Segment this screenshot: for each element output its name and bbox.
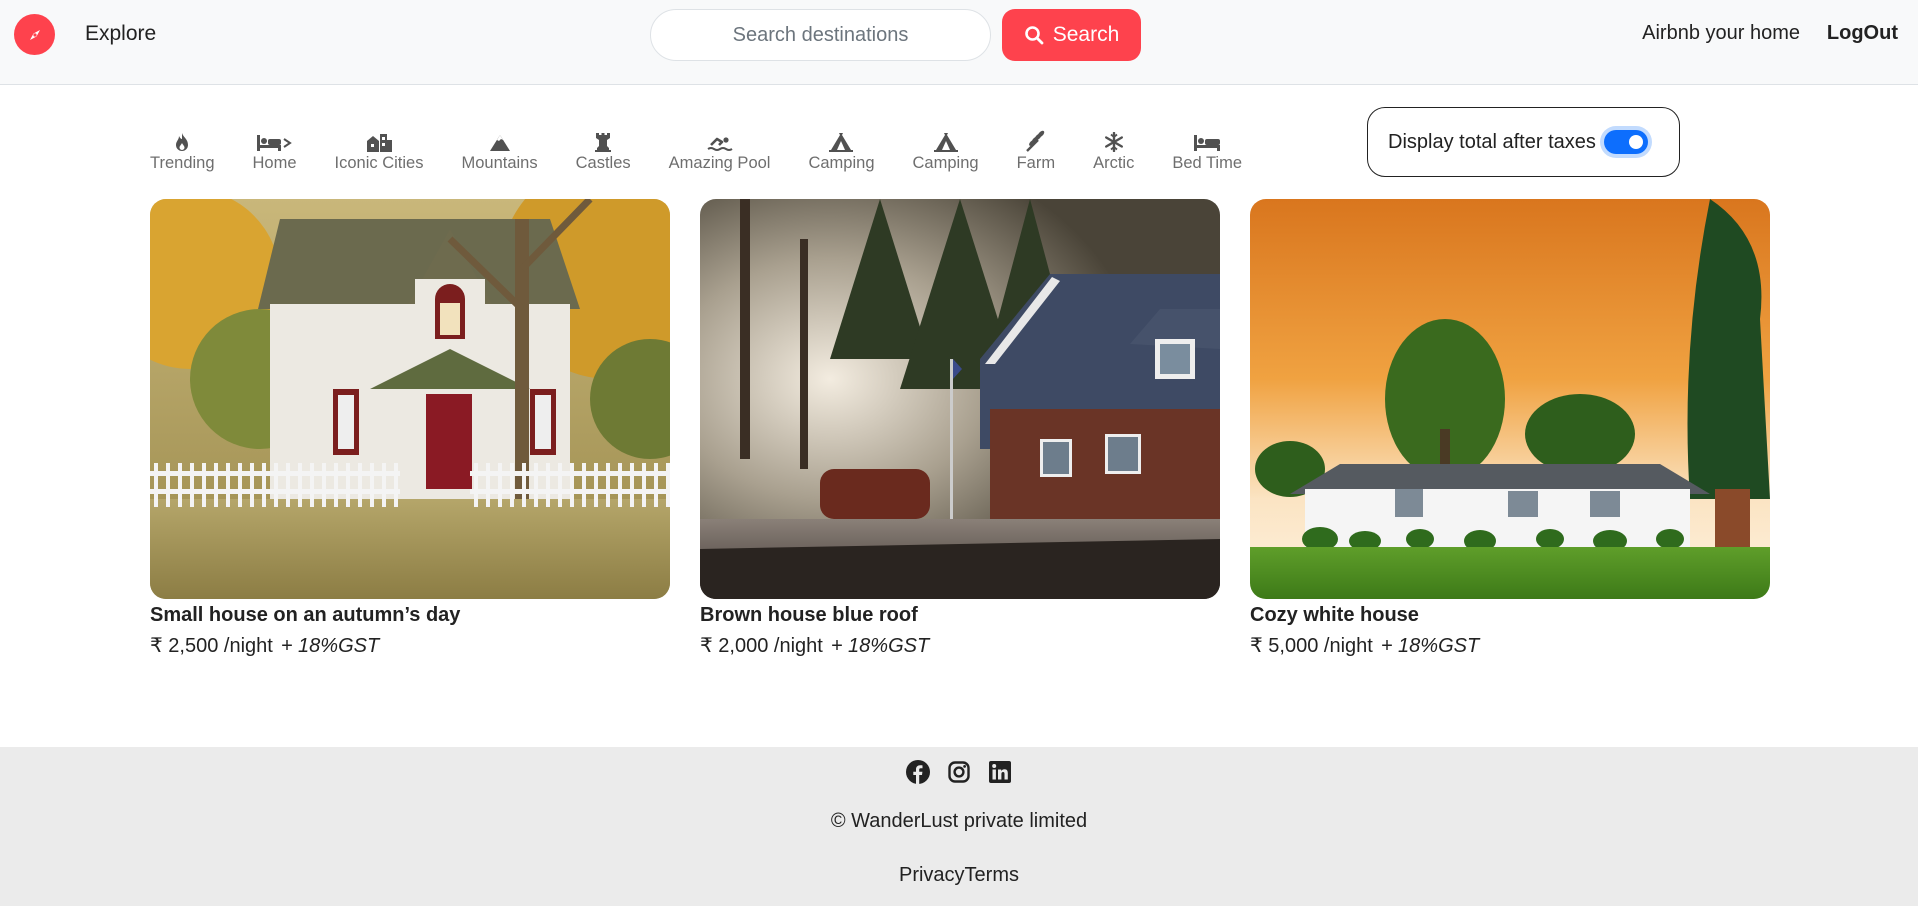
tent-icon — [829, 128, 854, 152]
logout-link[interactable]: LogOut — [1827, 22, 1898, 45]
listing-image[interactable] — [1250, 199, 1770, 599]
bed-icon — [256, 128, 293, 152]
switch-knob — [1628, 135, 1643, 149]
filter-iconic-cities[interactable]: Iconic Cities — [334, 128, 424, 178]
facebook-icon[interactable] — [906, 760, 930, 784]
host-home-link[interactable]: Airbnb your home — [1642, 22, 1800, 45]
price-per-night: ₹ 5,000 /night — [1250, 635, 1373, 657]
mountain-icon — [489, 128, 511, 152]
footer: © WanderLust private limited PrivacyTerm… — [0, 747, 1918, 906]
filter-farm[interactable]: Farm — [1016, 128, 1056, 178]
search-input[interactable] — [650, 9, 991, 61]
tax-toggle: Display total after taxes — [1367, 107, 1680, 177]
filter-mountains[interactable]: Mountains — [461, 128, 538, 178]
filter-label: Camping — [808, 154, 875, 172]
fire-icon — [174, 128, 190, 152]
tax-toggle-switch[interactable] — [1603, 130, 1648, 154]
filter-castles[interactable]: Castles — [576, 128, 631, 178]
copyright-text: © WanderLust private limited — [830, 810, 1088, 832]
bed-icon — [1194, 128, 1221, 152]
tax-note: + 18%GST — [830, 635, 930, 657]
price-per-night: ₹ 2,500 /night — [150, 635, 273, 657]
filter-bar: Trending Home Iconic Cities Mountains Ca… — [150, 128, 1280, 178]
listing-title: Cozy white house — [1250, 604, 1419, 626]
chess-rook-icon — [594, 128, 612, 152]
listing-title: Small house on an autumn’s day — [150, 604, 461, 626]
linkedin-icon[interactable] — [988, 760, 1012, 784]
filter-label: Camping — [912, 154, 979, 172]
search-button-label: Search — [1052, 23, 1120, 46]
search-icon — [1024, 26, 1044, 45]
listing-card[interactable]: Small house on an autumn’s day ₹ 2,500 /… — [150, 199, 670, 658]
instagram-icon[interactable] — [947, 760, 971, 784]
filter-label: Farm — [1016, 154, 1056, 172]
filter-arctic[interactable]: Arctic — [1093, 128, 1134, 178]
city-icon — [366, 128, 392, 152]
filter-label: Trending — [150, 154, 215, 172]
listing-title: Brown house blue roof — [700, 604, 918, 626]
filter-camping[interactable]: Camping — [808, 128, 875, 178]
filter-bed-time[interactable]: Bed Time — [1172, 128, 1242, 178]
listing-image[interactable] — [150, 199, 670, 599]
filter-label: Mountains — [461, 154, 538, 172]
search-button[interactable]: Search — [1002, 9, 1141, 61]
swimmer-icon — [707, 128, 733, 152]
listing-card[interactable]: Brown house blue roof ₹ 2,000 /night + 18… — [700, 199, 1220, 658]
filter-label: Iconic Cities — [334, 154, 424, 172]
tax-note: + 18%GST — [1380, 635, 1480, 657]
privacy-terms-link[interactable]: PrivacyTerms — [0, 864, 1918, 887]
filter-label: Arctic — [1093, 154, 1135, 172]
filter-home[interactable]: Home — [253, 128, 297, 178]
filter-trending[interactable]: Trending — [150, 128, 215, 178]
tax-note: + 18%GST — [280, 635, 380, 657]
listing-card[interactable]: Cozy white house ₹ 5,000 /night + 18%GST — [1250, 199, 1770, 658]
listing-price: ₹ 2,000 /night + 18%GST — [700, 633, 1220, 658]
filter-label: Bed Time — [1172, 154, 1243, 172]
tent-icon — [933, 128, 958, 152]
compass-icon[interactable] — [14, 14, 55, 55]
filter-amazing-pool[interactable]: Amazing Pool — [668, 128, 771, 178]
snowflake-icon — [1104, 128, 1124, 152]
social-links — [0, 760, 1918, 784]
filter-camping[interactable]: Camping — [913, 128, 979, 178]
wheat-icon — [1025, 128, 1046, 152]
listing-price: ₹ 2,500 /night + 18%GST — [150, 633, 670, 658]
tax-toggle-label: Display total after taxes — [1388, 130, 1596, 153]
filter-label: Castles — [575, 154, 631, 172]
explore-link[interactable]: Explore — [85, 22, 156, 46]
filter-label: Home — [252, 154, 297, 172]
listing-image[interactable] — [700, 199, 1220, 599]
filter-label: Amazing Pool — [668, 154, 771, 172]
listings-grid: Small house on an autumn’s day ₹ 2,500 /… — [150, 199, 1770, 659]
price-per-night: ₹ 2,000 /night — [700, 635, 823, 657]
navbar: Explore Search Airbnb your home LogOut — [0, 0, 1918, 85]
listing-price: ₹ 5,000 /night + 18%GST — [1250, 633, 1770, 658]
